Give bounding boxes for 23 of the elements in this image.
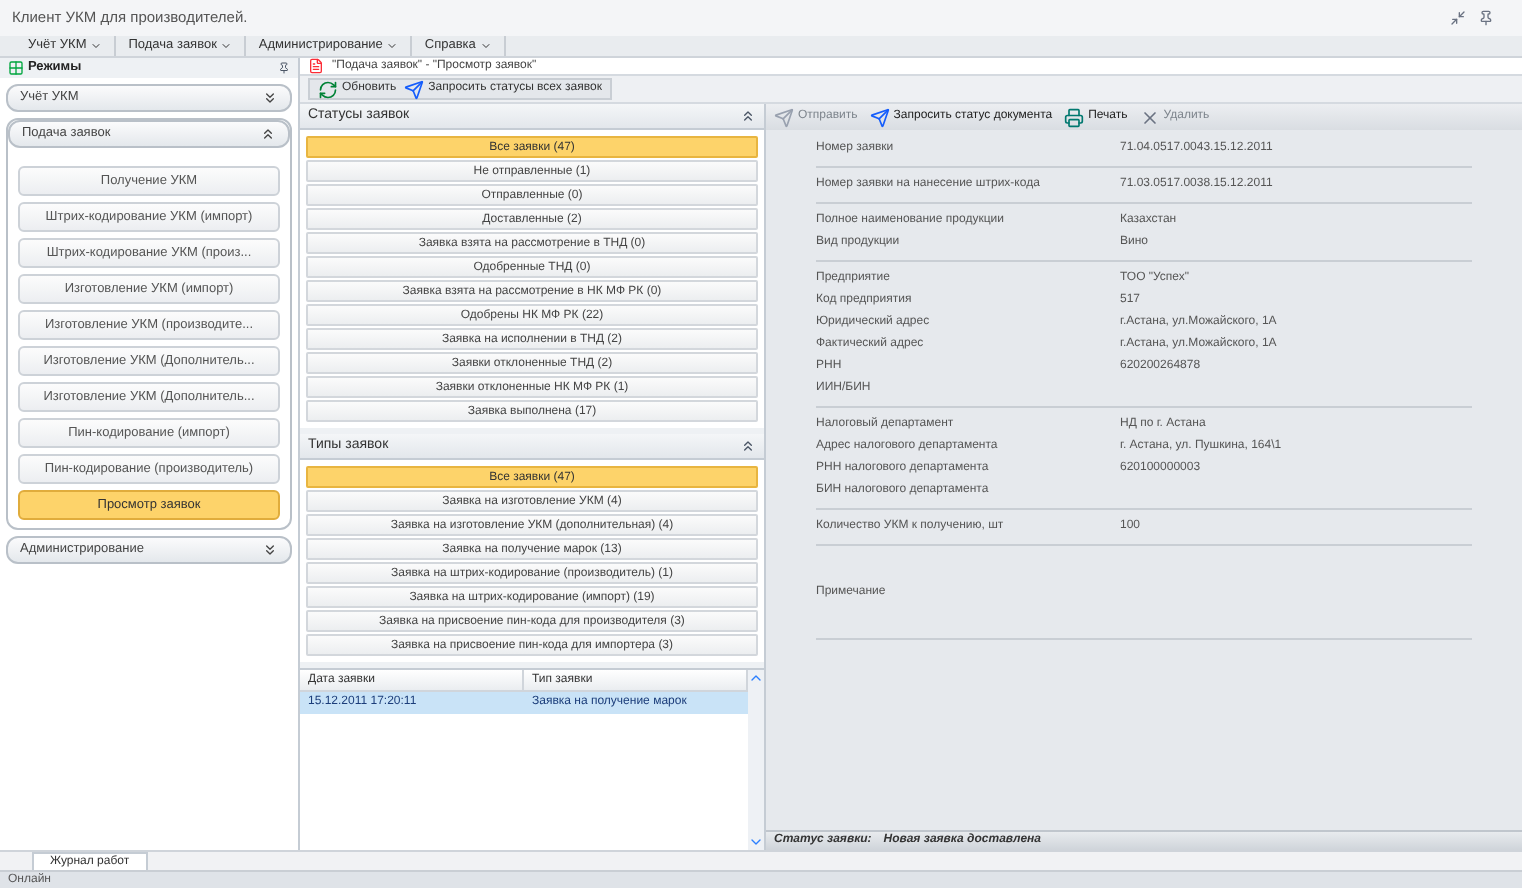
collapse-icon	[260, 126, 276, 142]
caret-icon	[386, 40, 399, 52]
modes-icon	[8, 60, 24, 76]
expand-icon	[262, 90, 278, 106]
collapse-icon[interactable]	[740, 438, 756, 454]
scroll-up-icon[interactable]	[748, 670, 764, 686]
send-icon	[774, 107, 794, 127]
collapse-icon[interactable]	[740, 108, 756, 124]
send-icon	[404, 79, 425, 99]
pin-icon[interactable]	[1478, 10, 1494, 26]
restore-icon[interactable]	[1450, 10, 1466, 26]
caret-icon	[90, 40, 103, 52]
send-icon	[869, 107, 890, 127]
document-icon	[308, 58, 324, 74]
caret-icon	[479, 40, 492, 52]
scrollbar[interactable]	[748, 670, 764, 850]
scroll-down-icon[interactable]	[748, 834, 764, 850]
expand-icon	[262, 542, 278, 558]
pin-icon[interactable]	[278, 62, 290, 74]
refresh-icon	[318, 79, 338, 99]
caret-icon	[220, 40, 233, 52]
delete-icon	[1139, 107, 1160, 127]
printer-icon	[1064, 107, 1085, 127]
